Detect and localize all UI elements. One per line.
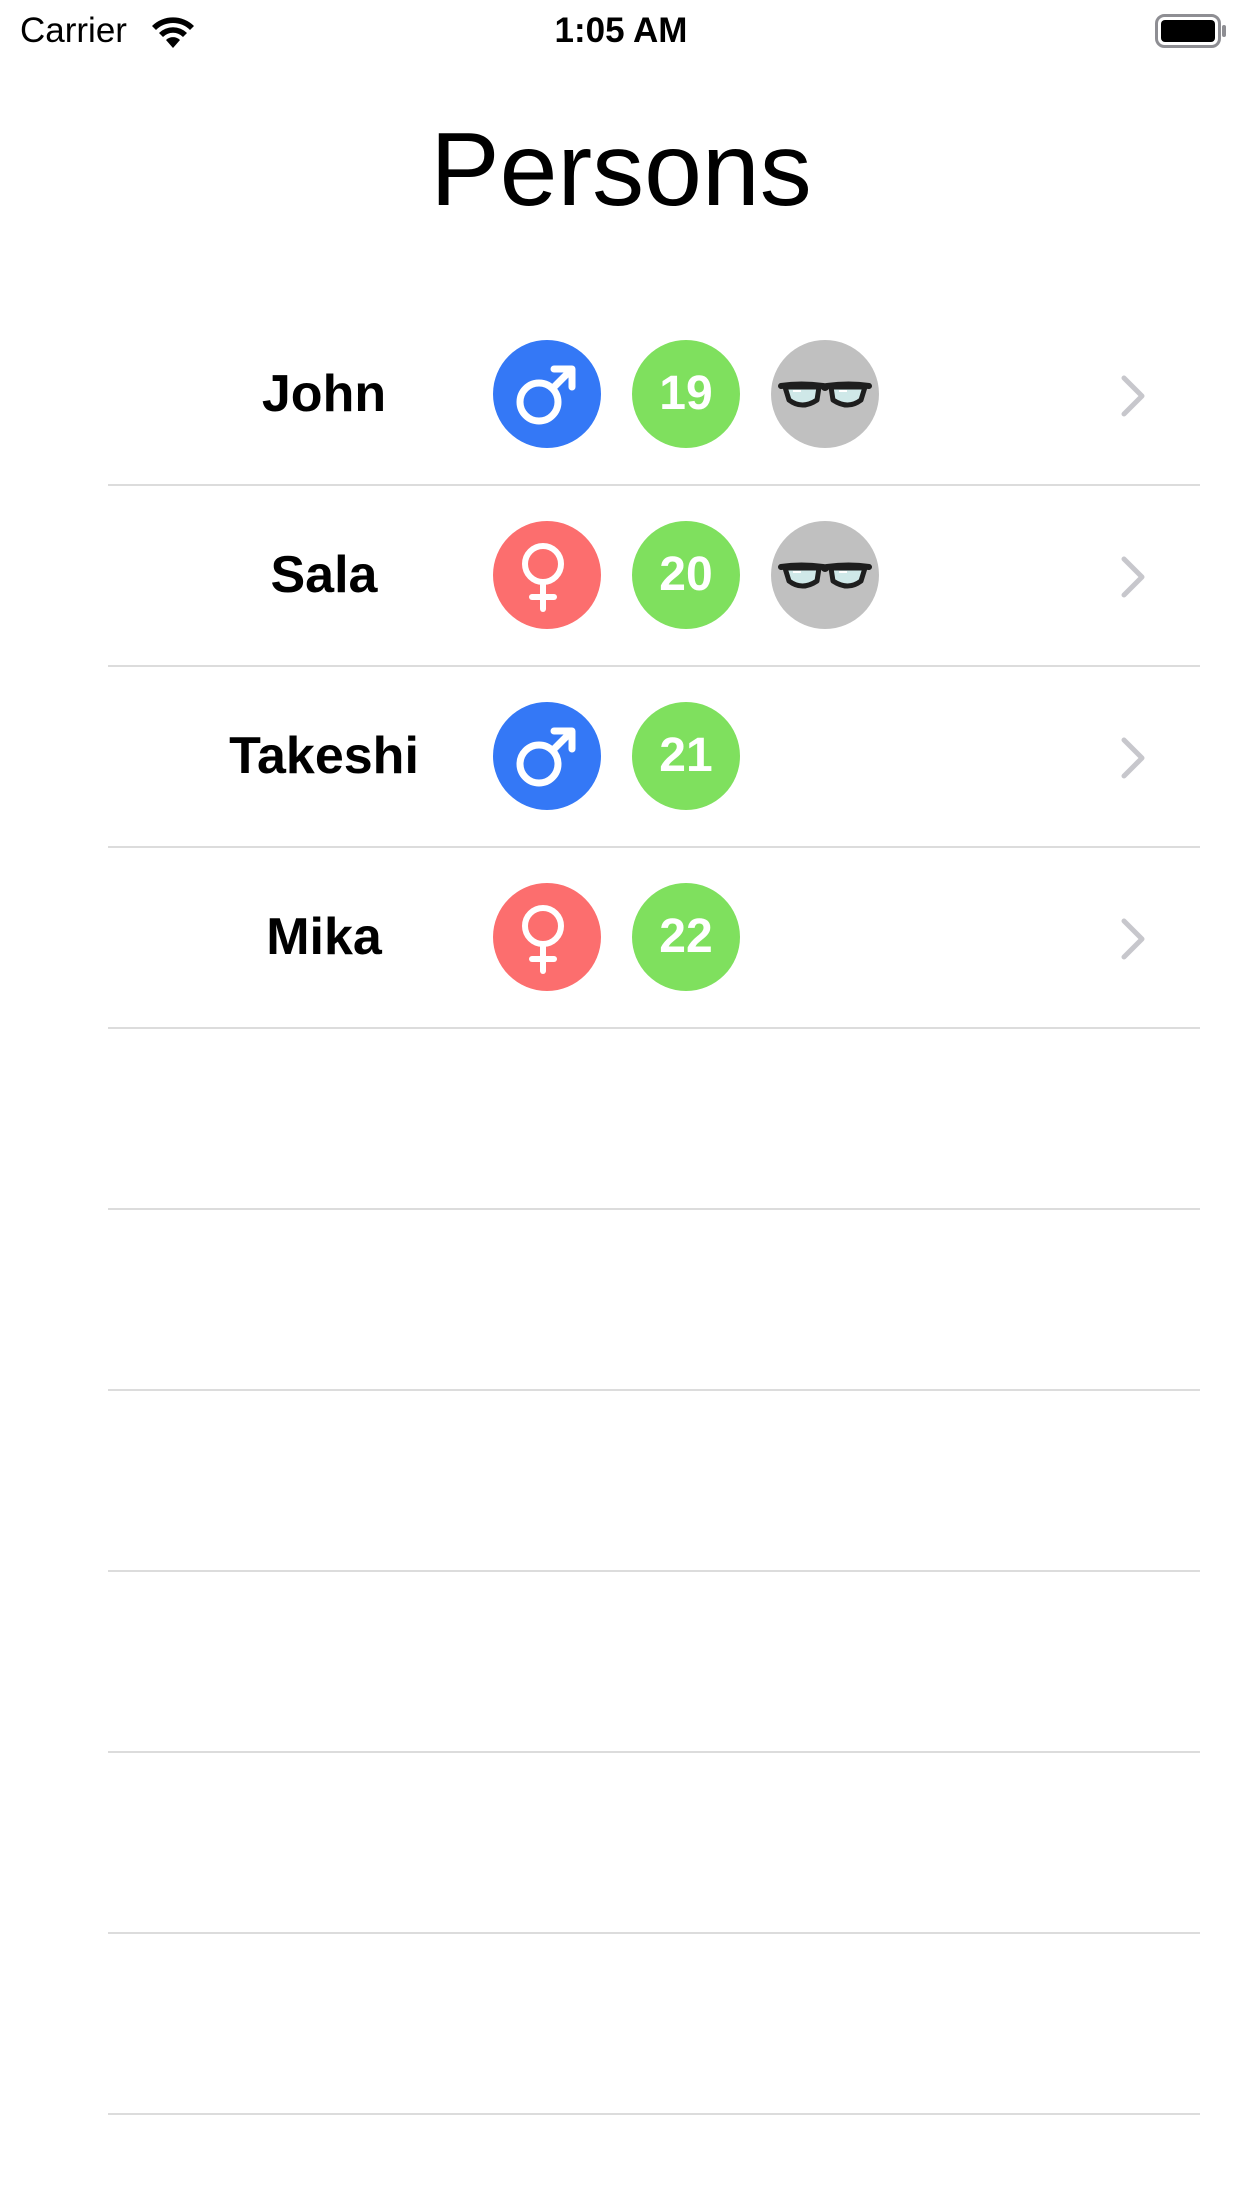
age-value: 19: [659, 367, 713, 420]
empty-row: [108, 1934, 1200, 2115]
male-icon: [516, 727, 576, 787]
chevron-right-icon: [1121, 556, 1145, 598]
female-badge: [493, 883, 601, 991]
female-icon: [522, 905, 564, 974]
person-row-takeshi[interactable]: Takeshi 21: [108, 667, 1200, 848]
person-table[interactable]: John 19 Sala 20 Takeshi 21 Mika 22: [108, 305, 1200, 2115]
chevron-right-icon: [1121, 375, 1145, 417]
page-title: Persons: [430, 112, 812, 228]
person-name: Mika: [266, 908, 382, 966]
age-badge: 19: [632, 340, 740, 448]
male-badge: [493, 340, 601, 448]
chevron-right-icon: [1121, 737, 1145, 779]
person-row-john[interactable]: John 19: [108, 305, 1200, 486]
female-badge: [493, 521, 601, 629]
age-badge: 20: [632, 521, 740, 629]
glasses-badge: [771, 340, 879, 448]
person-name: Takeshi: [229, 727, 419, 785]
glasses-icon: [778, 562, 872, 589]
battery-icon: [1155, 14, 1226, 48]
male-badge: [493, 702, 601, 810]
age-value: 22: [659, 910, 713, 963]
chevron-right-icon: [1121, 918, 1145, 960]
age-badge: 21: [632, 702, 740, 810]
person-name: John: [261, 365, 387, 423]
empty-row: [108, 1029, 1200, 1210]
person-row-mika[interactable]: Mika 22: [108, 848, 1200, 1029]
empty-row: [108, 1391, 1200, 1572]
glasses-badge: [771, 521, 879, 629]
person-name: Sala: [270, 546, 378, 604]
female-icon: [522, 543, 564, 612]
empty-row: [108, 1210, 1200, 1391]
status-time: 1:05 AM: [554, 11, 688, 50]
empty-row: [108, 1572, 1200, 1753]
status-bar: Carrier 1:05 AM: [0, 0, 1242, 66]
person-row-sala[interactable]: Sala 20: [108, 486, 1200, 667]
age-badge: 22: [632, 883, 740, 991]
glasses-icon: [778, 381, 872, 408]
empty-row: [108, 1753, 1200, 1934]
male-icon: [516, 365, 576, 425]
age-value: 20: [659, 548, 713, 601]
age-value: 21: [659, 729, 713, 782]
